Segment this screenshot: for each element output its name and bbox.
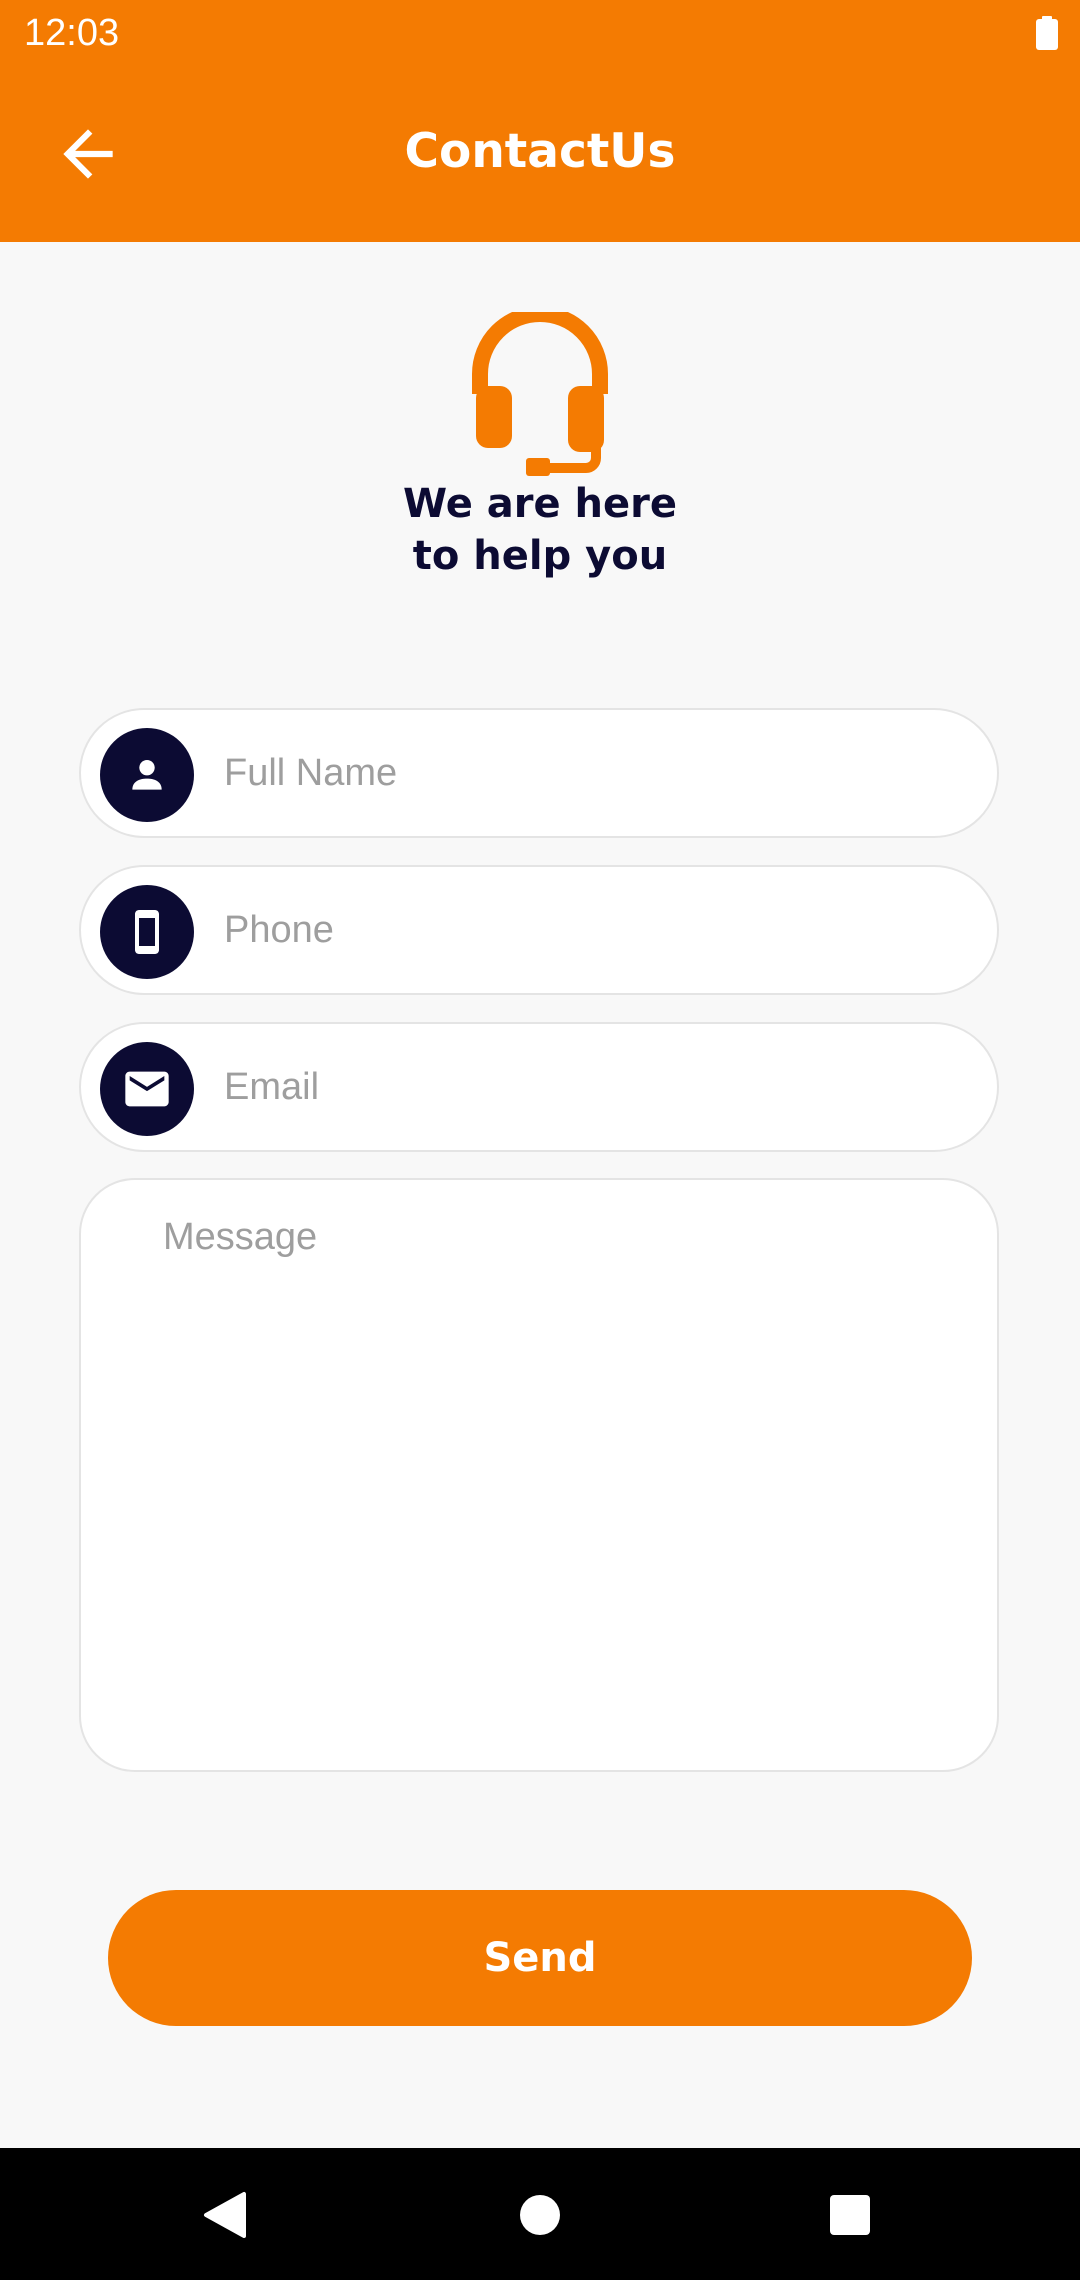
phone-input[interactable] [224,867,964,993]
full-name-field [79,708,999,838]
help-heading: We are here to help you [0,478,1080,582]
status-bar: 12:03 [0,0,1080,66]
nav-recents-button[interactable] [805,2170,895,2260]
person-icon-circle [100,728,194,822]
status-time: 12:03 [24,12,120,54]
email-field [79,1022,999,1152]
mail-icon-circle [100,1042,194,1136]
nav-back-button[interactable] [180,2170,270,2260]
mail-icon [125,1071,169,1107]
smartphone-icon [135,910,159,954]
headset-icon [472,312,608,476]
full-name-input[interactable] [224,710,964,836]
message-field [79,1178,999,1772]
nav-recents-icon [830,2195,870,2235]
smartphone-icon-circle [100,885,194,979]
system-nav-bar [0,2148,1080,2280]
app-bar: ContactUs [0,66,1080,242]
phone-field [79,865,999,995]
send-button[interactable]: Send [108,1890,972,2026]
help-heading-line2: to help you [412,533,668,579]
page-title: ContactUs [404,124,676,179]
nav-home-icon [520,2195,560,2235]
person-icon [132,759,162,790]
nav-back-icon [204,2192,246,2238]
help-heading-line1: We are here [403,481,677,527]
email-input[interactable] [224,1024,964,1150]
nav-home-button[interactable] [495,2170,585,2260]
battery-full-icon [1036,16,1058,50]
message-input[interactable] [163,1216,963,1736]
